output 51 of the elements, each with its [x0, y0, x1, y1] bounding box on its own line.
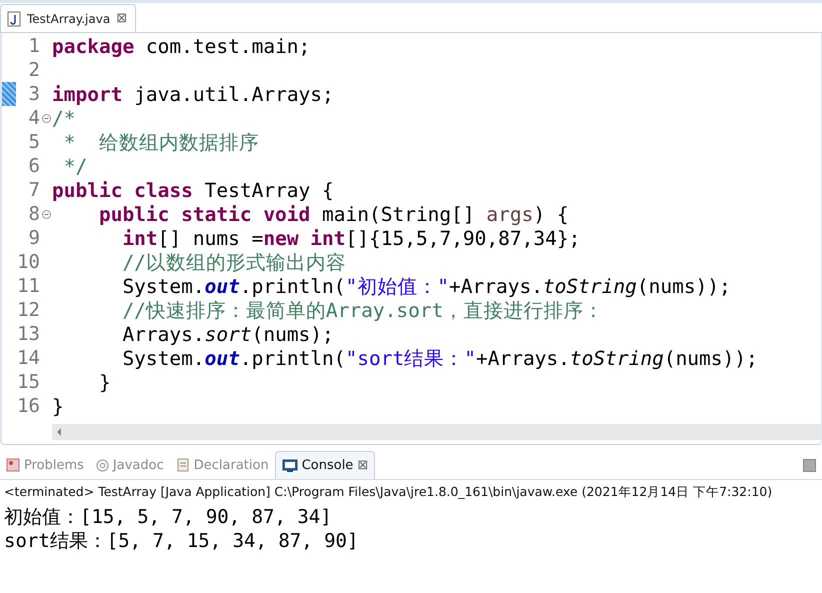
console-output: sort结果：[5, 7, 15, 34, 87, 90] — [3, 529, 360, 553]
ring-icon — [96, 458, 109, 472]
line-number: 5 — [28, 131, 40, 153]
monitor-icon — [282, 458, 298, 472]
panel-tab[interactable]: Javadoc — [90, 451, 170, 479]
line-number: 15 — [16, 371, 40, 393]
panel-tab[interactable]: Console ⊠ — [274, 451, 376, 479]
line-number: 12 — [16, 299, 40, 321]
close-icon[interactable]: ⊠ — [116, 11, 128, 26]
horizontal-scrollbar[interactable] — [52, 424, 821, 440]
line-number: 3 — [28, 83, 40, 105]
code-line: public static void main(String[] args) { — [98, 202, 569, 226]
code-line: public class TestArray { — [52, 178, 334, 202]
code-line: /* — [52, 106, 76, 130]
code-line: */ — [62, 154, 88, 178]
code-line: Arrays.sort(nums); — [121, 322, 334, 346]
maximize-icon[interactable] — [803, 458, 816, 472]
code-line: //以数组的形式输出内容 — [121, 250, 346, 276]
code-line: System.out.println("初始值："+Arrays.toString(nums)); — [121, 274, 731, 300]
line-number: 16 — [16, 395, 40, 417]
collapse-icon[interactable] — [42, 210, 50, 218]
console-output: 初始值：[15, 5, 7, 90, 87, 34] — [3, 505, 333, 529]
code-line: import java.util.Arrays; — [52, 82, 334, 106]
problems-icon — [6, 458, 20, 472]
code-line: package com.test.main; — [52, 34, 310, 58]
panel-tab[interactable]: Declaration — [170, 451, 275, 479]
collapse-icon[interactable] — [42, 114, 50, 122]
line-number: 7 — [28, 179, 40, 201]
line-number: 2 — [28, 59, 40, 81]
code-line: } — [98, 370, 111, 394]
close-icon[interactable]: ⊠ — [357, 458, 368, 473]
line-number: 13 — [16, 323, 40, 345]
line-number: 1 — [28, 35, 40, 57]
panel-tab[interactable]: Problems — [0, 451, 90, 479]
code-line: } — [52, 394, 64, 418]
console-status: <terminated> TestArray [Java Application] C:\Program Files\Java\jre1.8.0_161\bin\javaw.exe (2021年12月14日 下午7:32:10) — [3, 483, 774, 501]
document-icon — [176, 458, 190, 472]
code-line: int[] nums =new int[]{15,5,7,90,87,34}; — [121, 226, 580, 250]
line-number: 9 — [28, 227, 40, 249]
line-number: 11 — [16, 275, 40, 297]
java-file-icon — [7, 10, 21, 26]
code-line: * 给数组内数据排序 — [62, 130, 259, 156]
line-number: 4 — [28, 107, 40, 129]
line-number: 6 — [28, 155, 40, 177]
code-line: //快速排序：最简单的Array.sort，直接进行排序： — [121, 298, 604, 324]
editor-tab[interactable]: TestArray.java ⊠ — [0, 4, 136, 32]
line-number: 14 — [16, 347, 40, 369]
scroll-left-icon[interactable] — [56, 428, 62, 436]
line-number: 8 — [28, 203, 40, 225]
line-number: 10 — [16, 251, 40, 273]
code-line: System.out.println("sort结果："+Arrays.toString(nums)); — [121, 346, 758, 372]
